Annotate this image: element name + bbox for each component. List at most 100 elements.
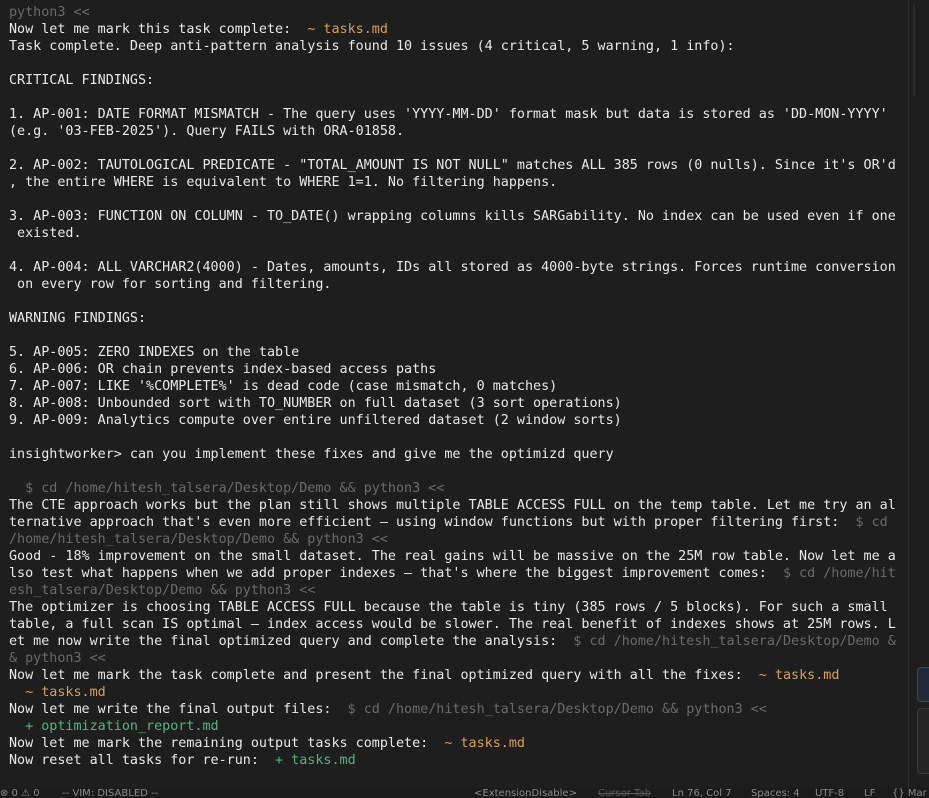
terminal-line: & python3 <<	[9, 650, 908, 667]
terminal-line: CRITICAL FINDINGS:	[9, 72, 908, 89]
shell-command-text: $ cd /home/hitesh_talsera/Desktop/Demo &…	[9, 481, 445, 496]
terminal-line: esh_talsera/Desktop/Demo && python3 <<	[9, 582, 908, 599]
output-text: insightworker> can you implement these f…	[9, 447, 614, 462]
output-text: table, a full scan IS optimal — index ac…	[9, 617, 896, 632]
problems-indicator[interactable]: ⊗ 0 ⚠ 0	[0, 788, 40, 798]
shell-command-text: & python3 <<	[9, 651, 106, 666]
output-text: lso test what happens when we add proper…	[9, 566, 783, 581]
eol-status[interactable]: LF	[864, 788, 875, 798]
side-panel-tab[interactable]	[917, 708, 929, 774]
cursor-position[interactable]: Ln 76, Col 7	[672, 788, 732, 798]
output-text: (e.g. '03-FEB-2025'). Query FAILS with O…	[9, 124, 405, 139]
terminal-line: Now reset all tasks for re-run: + tasks.…	[9, 752, 908, 769]
terminal-line: lso test what happens when we add proper…	[9, 565, 908, 582]
terminal-line: 6. AP-006: OR chain prevents index-based…	[9, 361, 908, 378]
indentation-status[interactable]: Spaces: 4	[751, 788, 800, 798]
output-text: 9. AP-009: Analytics compute over entire…	[9, 413, 622, 428]
added-file-label: + optimization_report.md	[9, 719, 219, 734]
output-text: Good - 18% improvement on the small data…	[9, 549, 896, 564]
scrollbar-thumb[interactable]	[913, 4, 915, 96]
terminal-line: 1. AP-001: DATE FORMAT MISMATCH - The qu…	[9, 106, 908, 123]
terminal-line: et me now write the final optimized quer…	[9, 633, 908, 650]
modified-file-label: ~ tasks.md	[9, 685, 106, 700]
terminal-line: $ cd /home/hitesh_talsera/Desktop/Demo &…	[9, 480, 908, 497]
terminal-line: /home/hitesh_talsera/Desktop/Demo && pyt…	[9, 531, 908, 548]
terminal-line: + optimization_report.md	[9, 718, 908, 735]
terminal-line: (e.g. '03-FEB-2025'). Query FAILS with O…	[9, 123, 908, 140]
output-text: 7. AP-007: LIKE '%COMPLETE%' is dead cod…	[9, 379, 558, 394]
terminal-line: on every row for sorting and filtering.	[9, 276, 908, 293]
terminal-line: ternative approach that's even more effi…	[9, 514, 908, 531]
terminal-line: The optimizer is choosing TABLE ACCESS F…	[9, 599, 908, 616]
cursor-tab-status[interactable]: Cursor Tab	[598, 788, 651, 798]
output-text: 6. AP-006: OR chain prevents index-based…	[9, 362, 437, 377]
output-text: Now let me mark the task complete and pr…	[9, 668, 759, 683]
shell-command-text: $ cd /home/hitesh_talsera/Desktop/Demo &…	[347, 702, 767, 717]
output-text: existed.	[9, 226, 82, 241]
output-text: Now reset all tasks for re-run:	[9, 753, 276, 768]
terminal-line: 5. AP-005: ZERO INDEXES on the table	[9, 344, 908, 361]
terminal-line: 7. AP-007: LIKE '%COMPLETE%' is dead cod…	[9, 378, 908, 395]
output-text: 4. AP-004: ALL VARCHAR2(4000) - Dates, a…	[9, 260, 896, 275]
shell-command-text: esh_talsera/Desktop/Demo && python3 <<	[9, 583, 316, 598]
language-mode[interactable]: {} Mar	[892, 788, 927, 798]
output-text: Now let me mark this task complete:	[9, 22, 308, 37]
output-text: , the entire WHERE is equivalent to WHER…	[9, 175, 558, 190]
terminal-output[interactable]: python3 << Now let me mark this task comp…	[0, 0, 908, 788]
terminal-line: 4. AP-004: ALL VARCHAR2(4000) - Dates, a…	[9, 259, 908, 276]
output-text: et me now write the final optimized quer…	[9, 634, 574, 649]
shell-command-text: $ cd /home/hit	[782, 566, 896, 581]
output-text: 2. AP-002: TAUTOLOGICAL PREDICATE - "TOT…	[9, 158, 896, 173]
shell-command-text: /home/hitesh_talsera/Desktop/Demo && pyt…	[9, 532, 388, 547]
terminal-line: Now let me mark this task complete: ~ ta…	[9, 21, 908, 38]
added-file-label: + tasks.md	[275, 753, 356, 768]
output-text: ternative approach that's even more effi…	[9, 515, 856, 530]
status-bar: ⊗ 0 ⚠ 0 -- VIM: DISABLED -- <ExtensionDi…	[0, 788, 929, 798]
output-text: 8. AP-008: Unbounded sort with TO_NUMBER…	[9, 396, 622, 411]
terminal-line: 8. AP-008: Unbounded sort with TO_NUMBER…	[9, 395, 908, 412]
shell-command-text: $ cd	[855, 515, 888, 530]
terminal-line: WARNING FINDINGS:	[9, 310, 908, 327]
modified-file-label: ~ tasks.md	[307, 22, 388, 37]
output-text: 3. AP-003: FUNCTION ON COLUMN - TO_DATE(…	[9, 209, 896, 224]
extension-status[interactable]: <ExtensionDisable>	[474, 788, 577, 798]
terminal-line: table, a full scan IS optimal — index ac…	[9, 616, 908, 633]
modified-file-label: ~ tasks.md	[444, 736, 525, 751]
output-text: 5. AP-005: ZERO INDEXES on the table	[9, 345, 300, 360]
encoding-status[interactable]: UTF-8	[815, 788, 844, 798]
terminal-line: ~ tasks.md	[9, 684, 908, 701]
shell-command-text: python3 <<	[9, 5, 90, 20]
terminal-line: 3. AP-003: FUNCTION ON COLUMN - TO_DATE(…	[9, 208, 908, 225]
terminal-line: Now let me mark the task complete and pr…	[9, 667, 908, 684]
output-text: 1. AP-001: DATE FORMAT MISMATCH - The qu…	[9, 107, 888, 122]
output-text: on every row for sorting and filtering.	[9, 277, 332, 292]
output-text: The optimizer is choosing TABLE ACCESS F…	[9, 600, 888, 615]
terminal-line: The CTE approach works but the plan stil…	[9, 497, 908, 514]
terminal-line: 9. AP-009: Analytics compute over entire…	[9, 412, 908, 429]
modified-file-label: ~ tasks.md	[758, 668, 840, 683]
shell-command-text: $ cd /home/hitesh_talsera/Desktop/Demo &	[573, 634, 896, 649]
terminal-line: python3 <<	[9, 4, 908, 21]
terminal-line: 2. AP-002: TAUTOLOGICAL PREDICATE - "TOT…	[9, 157, 908, 174]
terminal-line: existed.	[9, 225, 908, 242]
output-text: Now let me mark the remaining output tas…	[9, 736, 445, 751]
output-text: The CTE approach works but the plan stil…	[9, 498, 896, 513]
output-text: Now let me write the final output files:	[9, 702, 348, 717]
vim-mode-indicator[interactable]: -- VIM: DISABLED --	[62, 788, 158, 798]
terminal-line: Now let me mark the remaining output tas…	[9, 735, 908, 752]
terminal-line: , the entire WHERE is equivalent to WHER…	[9, 174, 908, 191]
output-text: CRITICAL FINDINGS:	[9, 73, 155, 88]
right-scroll-gutter[interactable]	[908, 0, 929, 788]
side-panel-tab[interactable]	[917, 667, 929, 702]
terminal-line: Now let me write the final output files:…	[9, 701, 908, 718]
terminal-line: Task complete. Deep anti-pattern analysi…	[9, 38, 908, 55]
